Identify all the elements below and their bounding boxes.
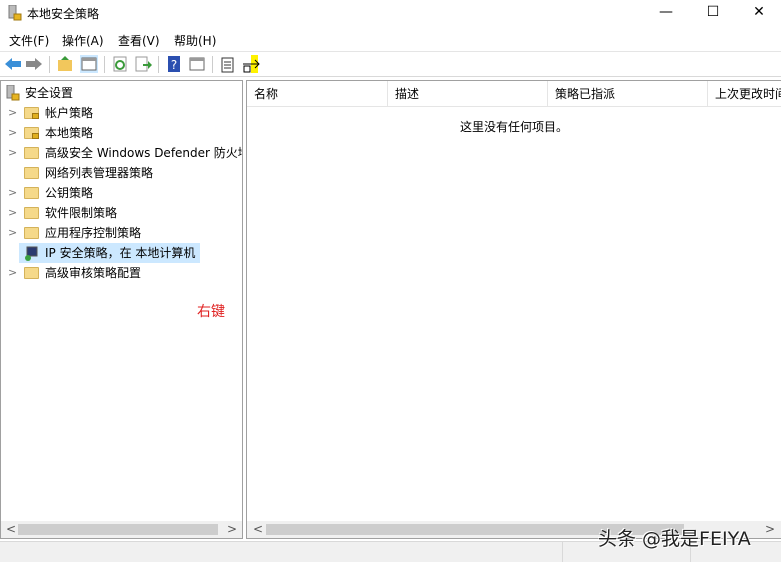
close-button[interactable]: ✕: [736, 0, 781, 26]
tree-item-label: 高级审核策略配置: [45, 266, 142, 280]
scroll-right-icon[interactable]: >: [765, 521, 775, 538]
tree-item[interactable]: > 软件限制策略: [1, 203, 241, 223]
minimize-button[interactable]: —: [643, 0, 689, 26]
forward-icon[interactable]: [25, 55, 43, 73]
tree-item-label: 网络列表管理器策略: [45, 166, 154, 180]
export-icon[interactable]: [134, 55, 152, 73]
empty-message: 这里没有任何项目。: [460, 120, 569, 134]
list-header: 名称 ^ 描述 策略已指派 上次更改时间: [247, 81, 781, 107]
tree-item[interactable]: > 本地策略: [1, 123, 241, 143]
folder-icon: [24, 267, 39, 279]
tree-pane: 安全设置 > 帐户策略 > 本地策略 > 高级安全 Windows Defender 防火…: [0, 80, 243, 539]
chevron-right-icon[interactable]: >: [8, 263, 17, 283]
maximize-button[interactable]: ☐: [690, 0, 736, 26]
status-divider: [562, 542, 563, 562]
back-icon[interactable]: [4, 55, 22, 73]
tree-item-label: 本地策略: [45, 126, 94, 140]
lock-icon: [32, 133, 39, 139]
chevron-right-icon[interactable]: >: [8, 103, 17, 123]
menu-file[interactable]: 文件(F): [9, 32, 49, 49]
scroll-left-icon[interactable]: <: [253, 521, 263, 538]
folder-icon: [24, 147, 39, 159]
up-folder-icon[interactable]: [56, 55, 74, 73]
toolbar-separator: [49, 56, 50, 73]
column-assigned[interactable]: 策略已指派: [548, 81, 708, 107]
menu-bar: 文件(F) 操作(A) 查看(V) 帮助(H): [0, 28, 781, 52]
toolbar: ?: [0, 52, 781, 77]
svg-text:?: ?: [171, 58, 177, 72]
watermark: 头条 @我是FEIYA: [598, 528, 751, 550]
tree-item[interactable]: > 高级审核策略配置: [1, 263, 241, 283]
tree-item-label: 应用程序控制策略: [45, 226, 142, 240]
tree-item-label: 帐户策略: [45, 106, 94, 120]
menu-view[interactable]: 查看(V): [118, 32, 160, 49]
security-policy-icon: [8, 5, 22, 21]
new-policy-icon[interactable]: [219, 55, 237, 73]
tree-item-label: IP 安全策略，在 本地计算机: [45, 246, 196, 260]
tree-root-label: 安全设置: [25, 86, 74, 100]
lock-icon: [32, 113, 39, 119]
tree-item[interactable]: IP 安全策略，在 本地计算机: [19, 243, 200, 263]
folder-icon: [24, 167, 39, 179]
toolbar-separator: [212, 56, 213, 73]
sort-ascending-icon: ^: [315, 80, 323, 87]
scroll-left-icon[interactable]: <: [6, 521, 16, 538]
window-title: 本地安全策略: [27, 7, 100, 21]
tree-item[interactable]: > 帐户策略: [1, 103, 241, 123]
add-icon[interactable]: [242, 55, 260, 73]
title-bar: 本地安全策略 — ☐ ✕: [0, 0, 781, 28]
chevron-right-icon[interactable]: >: [8, 123, 17, 143]
tree-item[interactable]: 网络列表管理器策略: [1, 163, 241, 183]
folder-icon: [24, 227, 39, 239]
show-action-pane-icon[interactable]: [188, 55, 206, 73]
column-description[interactable]: 描述: [388, 81, 548, 107]
chevron-right-icon[interactable]: >: [8, 223, 17, 243]
tree-item[interactable]: > 高级安全 Windows Defender 防火墙: [1, 143, 243, 163]
refresh-icon[interactable]: [111, 55, 129, 73]
security-settings-icon: [6, 85, 20, 101]
chevron-right-icon[interactable]: >: [8, 183, 17, 203]
tree-item-label: 软件限制策略: [45, 206, 118, 220]
chevron-right-icon[interactable]: >: [8, 143, 17, 163]
tree-item-label: 公钥策略: [45, 186, 94, 200]
scroll-right-icon[interactable]: >: [227, 521, 237, 538]
chevron-right-icon[interactable]: >: [8, 203, 17, 223]
scrollbar-thumb[interactable]: [18, 524, 218, 535]
folder-icon: [24, 207, 39, 219]
menu-action[interactable]: 操作(A): [62, 32, 104, 49]
tree-item-label: 高级安全 Windows Defender 防火墙: [45, 146, 243, 160]
help-icon[interactable]: ?: [165, 55, 183, 73]
tree-root[interactable]: 安全设置: [1, 83, 241, 103]
tree-item[interactable]: > 应用程序控制策略: [1, 223, 241, 243]
menu-help[interactable]: 帮助(H): [174, 32, 216, 49]
tree-horizontal-scrollbar[interactable]: < >: [1, 521, 242, 538]
ip-security-icon: [25, 246, 38, 261]
show-hide-tree-icon[interactable]: [80, 55, 98, 73]
column-last-modified[interactable]: 上次更改时间: [708, 81, 781, 107]
folder-icon: [24, 187, 39, 199]
toolbar-separator: [158, 56, 159, 73]
toolbar-separator: [104, 56, 105, 73]
tree-item[interactable]: > 公钥策略: [1, 183, 241, 203]
annotation-right-click: 右键: [197, 304, 225, 320]
list-pane: 名称 ^ 描述 策略已指派 上次更改时间 这里没有任何项目。 < >: [246, 80, 781, 539]
